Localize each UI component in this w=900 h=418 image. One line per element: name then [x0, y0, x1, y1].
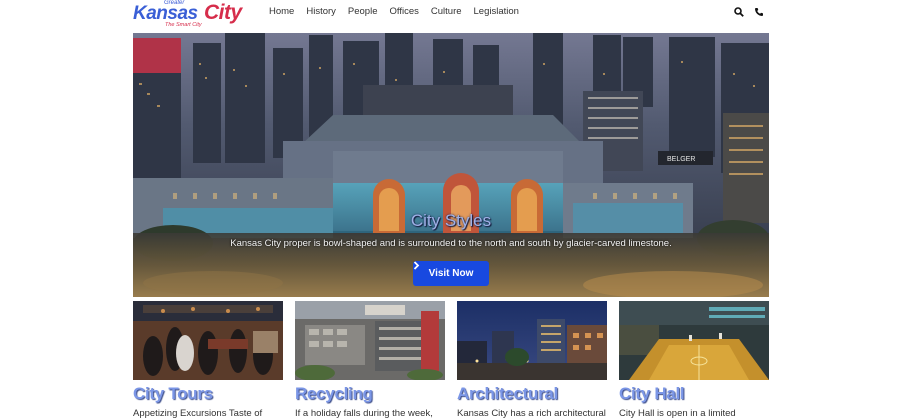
card-title[interactable]: City Hall	[619, 384, 685, 404]
site-header: Greater Kansas City The Smart City Home …	[0, 0, 900, 29]
nav-culture[interactable]: Culture	[431, 6, 462, 17]
phone-icon[interactable]	[753, 6, 765, 18]
visit-now-label: Visit Now	[428, 268, 474, 279]
card-description: Appetizing Excursions Taste of	[133, 408, 263, 418]
card-title[interactable]: Architectural	[457, 384, 558, 404]
card-description: City Hall is open in a limited	[619, 408, 736, 418]
nav-offices[interactable]: Offices	[390, 6, 419, 17]
card-architectural[interactable]: Architectural Kansas City has a rich arc…	[457, 301, 607, 418]
visit-now-button[interactable]: Visit Now	[413, 261, 489, 286]
nav-people[interactable]: People	[348, 6, 378, 17]
card-recycling[interactable]: Recycling If a holiday falls during the …	[295, 301, 445, 418]
logo-city: City	[204, 1, 242, 24]
card-image-city-tours	[133, 301, 283, 380]
card-image-recycling	[295, 301, 445, 380]
nav-home[interactable]: Home	[269, 6, 294, 17]
hero-cityscape-image: BELGER	[133, 33, 769, 297]
hero-subtitle: Kansas City proper is bowl-shaped and is…	[230, 238, 672, 249]
hero-title: City Styles	[410, 211, 492, 230]
hero-banner: BELGER City Styles Kansas City proper is…	[133, 33, 769, 297]
nav-legislation[interactable]: Legislation	[474, 6, 519, 17]
card-image-architectural	[457, 301, 607, 380]
card-city-tours[interactable]: City Tours Appetizing Excursions Taste o…	[133, 301, 283, 418]
nav-history[interactable]: History	[306, 6, 336, 17]
card-image-city-hall	[619, 301, 769, 380]
chevron-right-icon	[413, 261, 420, 270]
main-nav: Home History People Offices Culture Legi…	[269, 6, 531, 17]
card-description: Kansas City has a rich architectural	[457, 408, 606, 418]
logo-tagline: The Smart City	[165, 22, 202, 28]
site-logo[interactable]: Greater Kansas City The Smart City	[132, 0, 254, 29]
card-description: If a holiday falls during the week,	[295, 408, 433, 418]
card-city-hall[interactable]: City Hall City Hall is open in a limited	[619, 301, 769, 418]
hero-signage: BELGER	[667, 156, 695, 163]
card-title[interactable]: City Tours	[133, 384, 213, 404]
card-title[interactable]: Recycling	[295, 384, 373, 404]
search-icon[interactable]	[733, 6, 745, 18]
